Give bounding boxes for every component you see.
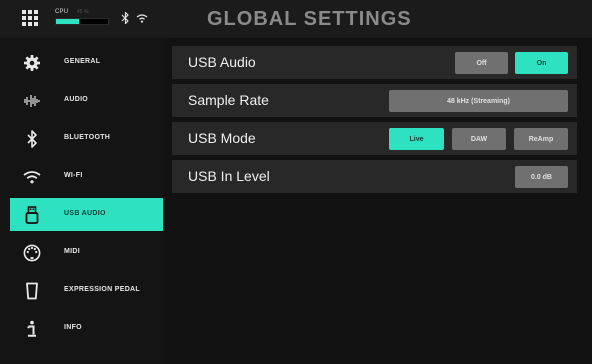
cpu-bar-fill <box>56 19 80 24</box>
usb-mode-live-button[interactable]: Live <box>389 128 444 150</box>
menu-grid-icon[interactable] <box>22 10 40 26</box>
setting-row-usb-audio: USB Audio Off On <box>172 46 577 79</box>
cpu-label: CPU <box>55 9 69 15</box>
sidebar-item-expression-pedal[interactable]: EXPRESSION PEDAL <box>10 274 163 307</box>
sidebar-item-label: INFO <box>64 324 82 331</box>
usb-mode-reamp-button[interactable]: ReAmp <box>514 128 568 150</box>
sidebar-item-general[interactable]: GENERAL <box>10 46 163 79</box>
wifi-status-icon <box>136 14 148 23</box>
gear-icon <box>22 53 42 73</box>
sidebar-item-info[interactable]: INFO <box>10 312 163 345</box>
cpu-percent: 45 % <box>77 9 89 15</box>
usb-icon <box>22 205 42 225</box>
wifi-icon <box>22 167 42 187</box>
top-bar: CPU 45 % GLOBAL SETTINGS <box>0 0 592 38</box>
setting-label: USB Audio <box>188 54 256 70</box>
sidebar-item-wifi[interactable]: WI-FI <box>10 160 163 193</box>
expression-pedal-icon <box>22 281 42 301</box>
sidebar: GENERAL AUDIO BLUETOOTH WI-FI USB AUDIO … <box>0 38 164 364</box>
usb-audio-off-button[interactable]: Off <box>455 52 508 74</box>
usb-in-level-value[interactable]: 0.0 dB <box>515 166 568 188</box>
waveform-icon <box>22 91 42 111</box>
sidebar-item-label: BLUETOOTH <box>64 134 111 141</box>
sidebar-item-midi[interactable]: MIDI <box>10 236 163 269</box>
sidebar-item-label: GENERAL <box>64 58 101 65</box>
setting-row-usb-mode: USB Mode Live DAW ReAmp <box>172 122 577 155</box>
sidebar-item-label: USB AUDIO <box>64 210 106 217</box>
cpu-bar <box>55 18 109 25</box>
settings-panel: USB Audio Off On Sample Rate 48 kHz (Str… <box>172 38 592 364</box>
usb-audio-on-button[interactable]: On <box>515 52 568 74</box>
cpu-meter: CPU 45 % <box>55 9 109 29</box>
sidebar-item-label: MIDI <box>64 248 80 255</box>
page-title: GLOBAL SETTINGS <box>207 8 412 30</box>
setting-label: Sample Rate <box>188 92 269 108</box>
sidebar-item-audio[interactable]: AUDIO <box>10 84 163 117</box>
setting-label: USB Mode <box>188 130 256 146</box>
sidebar-item-usb-audio[interactable]: USB AUDIO <box>10 198 163 231</box>
bluetooth-status-icon <box>121 11 129 25</box>
sidebar-item-label: AUDIO <box>64 96 89 103</box>
midi-icon <box>22 243 42 263</box>
sidebar-item-bluetooth[interactable]: BLUETOOTH <box>10 122 163 155</box>
sidebar-item-label: WI-FI <box>64 172 83 179</box>
bluetooth-icon <box>22 129 42 149</box>
sample-rate-selector[interactable]: 48 kHz (Streaming) <box>389 90 568 112</box>
setting-row-usb-in-level: USB In Level 0.0 dB <box>172 160 577 193</box>
usb-mode-daw-button[interactable]: DAW <box>452 128 506 150</box>
setting-row-sample-rate: Sample Rate 48 kHz (Streaming) <box>172 84 577 117</box>
setting-label: USB In Level <box>188 168 270 184</box>
sidebar-item-label: EXPRESSION PEDAL <box>64 286 140 293</box>
info-icon <box>22 319 42 339</box>
